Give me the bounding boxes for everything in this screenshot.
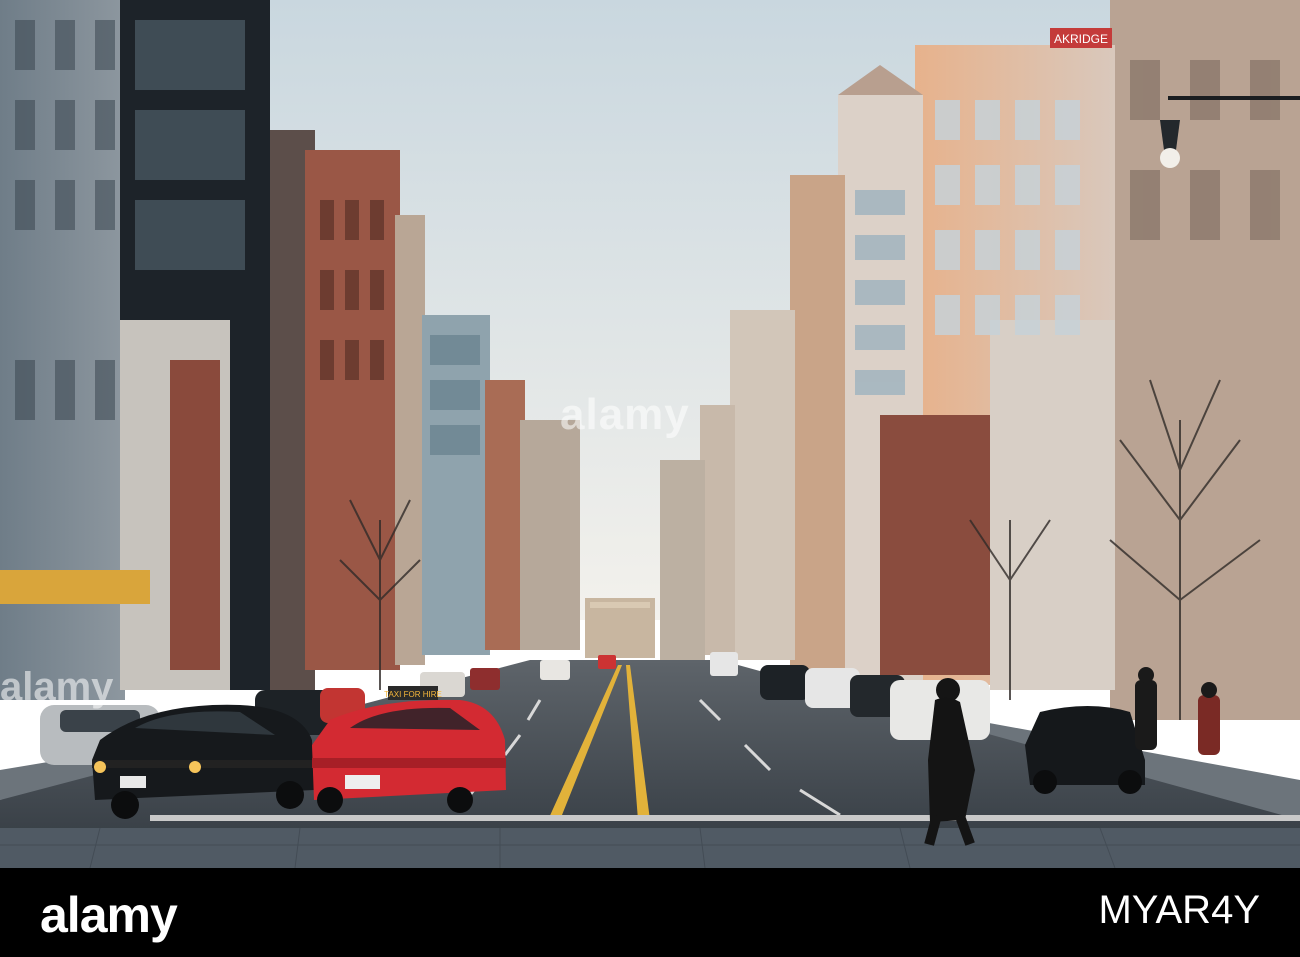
gold-awning [0, 570, 150, 604]
street-photo: AKRIDGE TAXI FOR HIRE alamy alamy [0, 0, 1300, 868]
alamy-logo: alamy [40, 887, 178, 943]
pavement [0, 828, 1300, 868]
stock-photo-frame: AKRIDGE TAXI FOR HIRE alamy alamy alamy … [0, 0, 1300, 957]
watermark-left: alamy [0, 665, 114, 709]
footer-bar: alamy MYAR4Y [0, 868, 1300, 957]
akridge-sign-text: AKRIDGE [1054, 32, 1108, 46]
taxi-roof-sign-text: TAXI FOR HIRE [384, 690, 442, 699]
watermark-center: alamy [560, 390, 690, 439]
image-code: MYAR4Y [1098, 888, 1260, 932]
